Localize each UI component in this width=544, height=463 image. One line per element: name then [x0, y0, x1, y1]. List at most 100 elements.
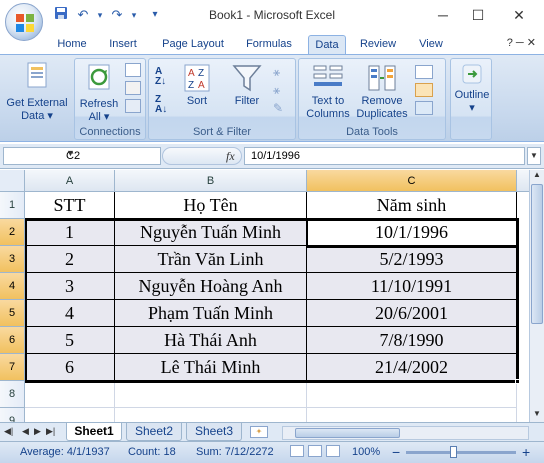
column-header-d[interactable] [517, 170, 529, 192]
filter-button[interactable]: Filter [227, 63, 267, 108]
table-cell[interactable]: 2 [25, 246, 115, 273]
scroll-down-icon[interactable]: ▼ [530, 409, 544, 422]
empty-cell[interactable] [307, 408, 517, 422]
expand-formula-bar-icon[interactable]: ▼ [527, 147, 541, 165]
clear-filter-icon[interactable]: ⚹ [273, 65, 289, 79]
row-header-6[interactable]: 6 [0, 327, 25, 354]
horizontal-scrollbar[interactable] [282, 426, 529, 440]
table-cell[interactable]: Nguyễn Hoàng Anh [115, 273, 307, 300]
row-header-3[interactable]: 3 [0, 246, 25, 273]
row-header-8[interactable]: 8 [0, 381, 25, 408]
sort-za-icon[interactable]: Z A↓ [155, 95, 175, 117]
header-cell-nam-sinh[interactable]: Năm sinh [307, 192, 517, 219]
table-cell[interactable]: 3 [25, 273, 115, 300]
page-break-view-icon[interactable] [326, 445, 340, 457]
advanced-filter-icon[interactable]: ✎ [273, 101, 289, 115]
row-header-4[interactable]: 4 [0, 273, 25, 300]
row-header-7[interactable]: 7 [0, 354, 25, 381]
next-sheet-icon[interactable]: ▶ [34, 426, 41, 437]
table-cell[interactable]: 20/6/2001 [307, 300, 517, 327]
table-cell[interactable]: Hà Thái Anh [115, 327, 307, 354]
tab-view[interactable]: View [410, 35, 452, 54]
table-cell[interactable]: 11/10/1991 [307, 273, 517, 300]
vertical-scroll-thumb[interactable] [531, 184, 543, 324]
vertical-scrollbar[interactable]: ▲ ▼ [529, 170, 544, 422]
sheet-tab-sheet1[interactable]: Sheet1 [66, 423, 122, 441]
data-validation-icon[interactable] [415, 65, 433, 79]
header-cell-ho-ten[interactable]: Họ Tên [115, 192, 307, 219]
refresh-all-button[interactable]: Refresh All ▾ [77, 62, 121, 124]
tab-page-layout[interactable]: Page Layout [154, 35, 232, 54]
get-external-data-button[interactable]: Get External Data ▾ [2, 61, 72, 123]
table-cell[interactable]: 7/8/1990 [307, 327, 517, 354]
first-sheet-icon[interactable]: ◀| [4, 426, 13, 437]
text-to-columns-button[interactable]: Text to Columns [303, 63, 353, 121]
table-cell[interactable]: Trần Văn Linh [115, 246, 307, 273]
table-cell[interactable]: 5 [25, 327, 115, 354]
insert-function-icon[interactable]: fx [226, 149, 235, 164]
empty-cell[interactable] [25, 408, 115, 422]
sheet-tab-sheet2[interactable]: Sheet2 [126, 423, 182, 441]
row-header-2[interactable]: 2 [0, 219, 25, 246]
remove-duplicates-button[interactable]: Remove Duplicates [353, 63, 411, 121]
minimize-button[interactable]: ─ [428, 4, 458, 26]
column-header-a[interactable]: A [25, 170, 115, 192]
row-header-9[interactable]: 9 [0, 408, 25, 422]
prev-sheet-icon[interactable]: ◀ [22, 426, 29, 437]
outline-button[interactable]: Outline ▾ [451, 63, 493, 115]
zoom-slider-knob[interactable] [450, 446, 457, 458]
consolidate-icon[interactable] [415, 83, 433, 97]
tab-review[interactable]: Review [354, 35, 402, 54]
maximize-button[interactable]: ☐ [463, 4, 493, 26]
reapply-filter-icon[interactable]: ⚹ [273, 83, 289, 97]
name-box[interactable]: C2 ▼ [3, 147, 161, 165]
what-if-analysis-icon[interactable] [415, 101, 433, 115]
zoom-slider[interactable] [406, 451, 516, 454]
normal-view-icon[interactable] [290, 445, 304, 457]
edit-links-icon[interactable] [125, 99, 141, 113]
page-layout-view-icon[interactable] [308, 445, 322, 457]
table-cell[interactable]: 21/4/2002 [307, 354, 517, 381]
empty-cell[interactable] [115, 381, 307, 408]
column-header-c[interactable]: C [307, 170, 517, 192]
zoom-in-icon[interactable]: + [522, 444, 530, 460]
zoom-level[interactable]: 100% [352, 446, 380, 458]
help-controls[interactable]: ? ─ ✕ [507, 36, 536, 49]
formula-input[interactable]: 10/1/1996 [244, 147, 525, 165]
row-header-1[interactable]: 1 [0, 192, 25, 219]
table-cell[interactable]: Lê Thái Minh [115, 354, 307, 381]
column-header-b[interactable]: B [115, 170, 307, 192]
sheet-tab-sheet3[interactable]: Sheet3 [186, 423, 242, 441]
properties-icon[interactable] [125, 81, 141, 95]
tab-formulas[interactable]: Formulas [238, 35, 300, 54]
select-all-corner[interactable] [0, 170, 25, 192]
sort-button[interactable]: A Z Z A Sort [181, 63, 213, 108]
tab-home[interactable]: Home [50, 35, 94, 54]
header-cell-stt[interactable]: STT [25, 192, 115, 219]
last-sheet-icon[interactable]: ▶| [46, 426, 55, 437]
scroll-up-icon[interactable]: ▲ [530, 170, 544, 183]
empty-cell[interactable] [307, 381, 517, 408]
fill-handle[interactable] [515, 379, 520, 384]
sort-az-icon[interactable]: A Z↓ [155, 67, 175, 89]
table-cell[interactable]: 6 [25, 354, 115, 381]
table-cell[interactable]: Phạm Tuấn Minh [115, 300, 307, 327]
horizontal-scroll-thumb[interactable] [295, 428, 400, 438]
tab-insert[interactable]: Insert [100, 35, 146, 54]
connections-icon[interactable] [125, 63, 141, 77]
name-box-dropdown-icon[interactable]: ▼ [66, 148, 158, 158]
text-to-columns-icon [313, 65, 343, 86]
table-cell[interactable]: 5/2/1993 [307, 246, 517, 273]
office-button[interactable] [5, 3, 43, 41]
worksheet-grid[interactable]: A B C 1 2 3 4 5 6 7 8 9 STT Họ Tên Năm s… [0, 170, 529, 422]
table-cell[interactable]: Nguyễn Tuấn Minh [115, 219, 307, 246]
zoom-out-icon[interactable]: − [392, 444, 400, 460]
empty-cell[interactable] [25, 381, 115, 408]
empty-cell[interactable] [115, 408, 307, 422]
insert-sheet-icon[interactable]: ✦ [250, 426, 268, 438]
table-cell[interactable]: 4 [25, 300, 115, 327]
table-cell[interactable]: 1 [25, 219, 115, 246]
row-header-5[interactable]: 5 [0, 300, 25, 327]
tab-data[interactable]: Data [308, 35, 346, 54]
close-button[interactable]: ✕ [504, 4, 534, 26]
